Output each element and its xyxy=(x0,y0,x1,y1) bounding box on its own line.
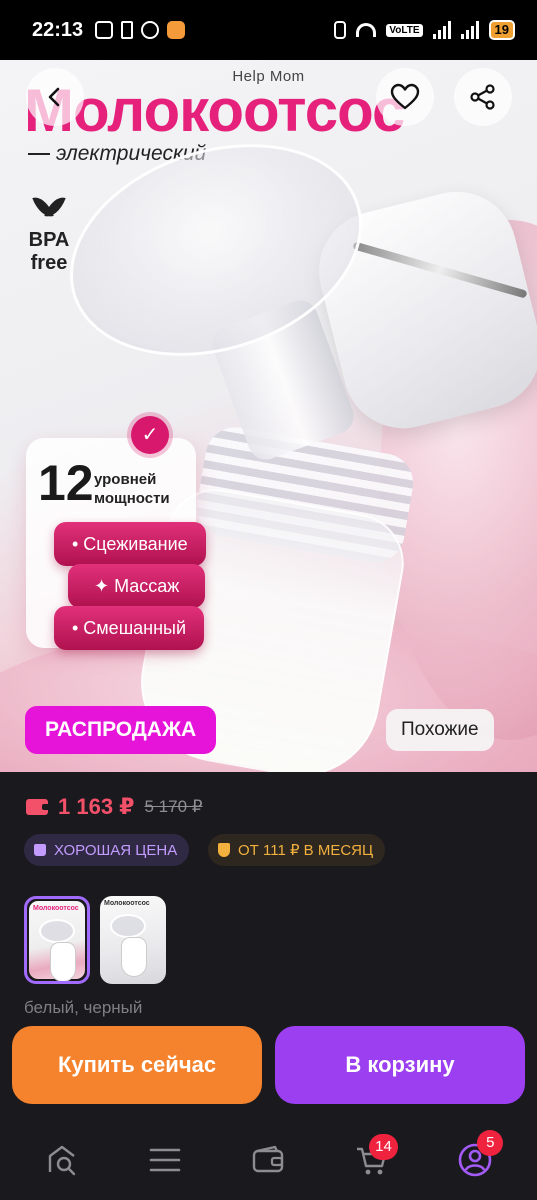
back-icon xyxy=(48,87,60,107)
nav-cart[interactable]: 14 xyxy=(342,1130,402,1190)
vibrate-icon xyxy=(334,21,347,39)
volte-badge: VoLTE xyxy=(386,23,423,37)
wallet-icon xyxy=(26,799,50,815)
nav-search[interactable] xyxy=(32,1130,92,1190)
signal-icon xyxy=(460,21,479,39)
add-to-cart-button[interactable]: В корзину xyxy=(275,1026,525,1104)
bottom-nav: 14 5 xyxy=(0,1120,537,1200)
thumbnail-image: Молокоотсос xyxy=(29,901,85,981)
status-left-icons xyxy=(95,21,186,39)
bpa-free-mark: BPA free xyxy=(24,195,74,275)
leaf-icon xyxy=(34,195,64,223)
good-price-label: ХОРОШАЯ ЦЕНА xyxy=(54,841,178,859)
menu-icon xyxy=(149,1148,181,1172)
thumbnail-title: Молокоотсос xyxy=(104,900,150,907)
search-icon xyxy=(48,1145,75,1176)
old-price: 5 170 ₽ xyxy=(144,797,203,816)
thumbnail-funnel xyxy=(110,914,146,938)
levels-number: 12 xyxy=(38,455,94,511)
bpa-line1: BPA xyxy=(28,229,70,251)
variant-thumbnail-selected[interactable]: Молокоотсос xyxy=(24,896,90,984)
favorite-button[interactable] xyxy=(376,68,434,126)
share-icon xyxy=(470,84,495,110)
sale-tag: РАСПРОДАЖА xyxy=(25,706,217,754)
buy-now-button[interactable]: Купить сейчас xyxy=(12,1026,262,1104)
chrome-icon xyxy=(141,21,160,39)
good-price-badge[interactable]: ХОРОШАЯ ЦЕНА xyxy=(24,834,190,866)
price-row: 1 163 ₽ 5 170 ₽ xyxy=(26,794,203,820)
wifi-icon xyxy=(356,23,377,37)
signal-icon xyxy=(432,21,451,39)
thumbnail-image: Молокоотсос xyxy=(100,896,166,984)
heart-icon xyxy=(390,83,420,110)
battery-icon: 19 xyxy=(488,20,515,40)
cart-count-badge: 14 xyxy=(369,1134,398,1160)
status-time: 22:13 xyxy=(32,18,84,41)
share-button[interactable] xyxy=(454,68,512,126)
wallet-icon xyxy=(253,1145,284,1173)
thumbnail-title: Молокоотсос xyxy=(33,905,79,912)
nav-profile[interactable]: 5 xyxy=(445,1130,505,1190)
back-button[interactable] xyxy=(26,68,84,126)
bluetooth-icon xyxy=(121,21,134,39)
mode-pill: ✦ Массаж xyxy=(68,564,206,608)
nfc-icon xyxy=(95,21,114,39)
current-price: 1 163 ₽ xyxy=(58,794,135,819)
status-bar: 22:13 VoLTE 19 xyxy=(0,0,537,60)
percent-shield-icon xyxy=(218,843,230,857)
app-heart-icon xyxy=(167,21,186,39)
variant-thumbnail[interactable]: Молокоотсос xyxy=(100,896,166,984)
color-variant-label: белый, черный xyxy=(24,998,143,1017)
mode-pill: • Сцеживание xyxy=(54,522,206,566)
status-right-icons: VoLTE 19 xyxy=(334,20,515,40)
nav-wallet[interactable] xyxy=(238,1130,298,1190)
product-image-carousel[interactable]: Help Mom Молокоотсос электрический BPA f… xyxy=(0,60,537,772)
thumbnail-bottle xyxy=(122,938,146,976)
thumbnail-bottle xyxy=(51,943,75,981)
thumbs-up-icon xyxy=(34,844,46,856)
check-icon: ✓ xyxy=(131,416,169,454)
levels-text: уровней мощности xyxy=(94,471,170,507)
nav-catalog[interactable] xyxy=(135,1130,195,1190)
mode-pill: • Смешанный xyxy=(54,606,205,650)
thumbnail-funnel xyxy=(39,919,75,943)
installment-badge[interactable]: ОТ 111 ₽ В МЕСЯЦ xyxy=(208,834,386,866)
profile-notification-badge: 5 xyxy=(477,1130,504,1156)
bpa-line2: free xyxy=(30,252,68,274)
installment-label: ОТ 111 ₽ В МЕСЯЦ xyxy=(238,842,374,859)
similar-button[interactable]: Похожие xyxy=(386,709,494,751)
